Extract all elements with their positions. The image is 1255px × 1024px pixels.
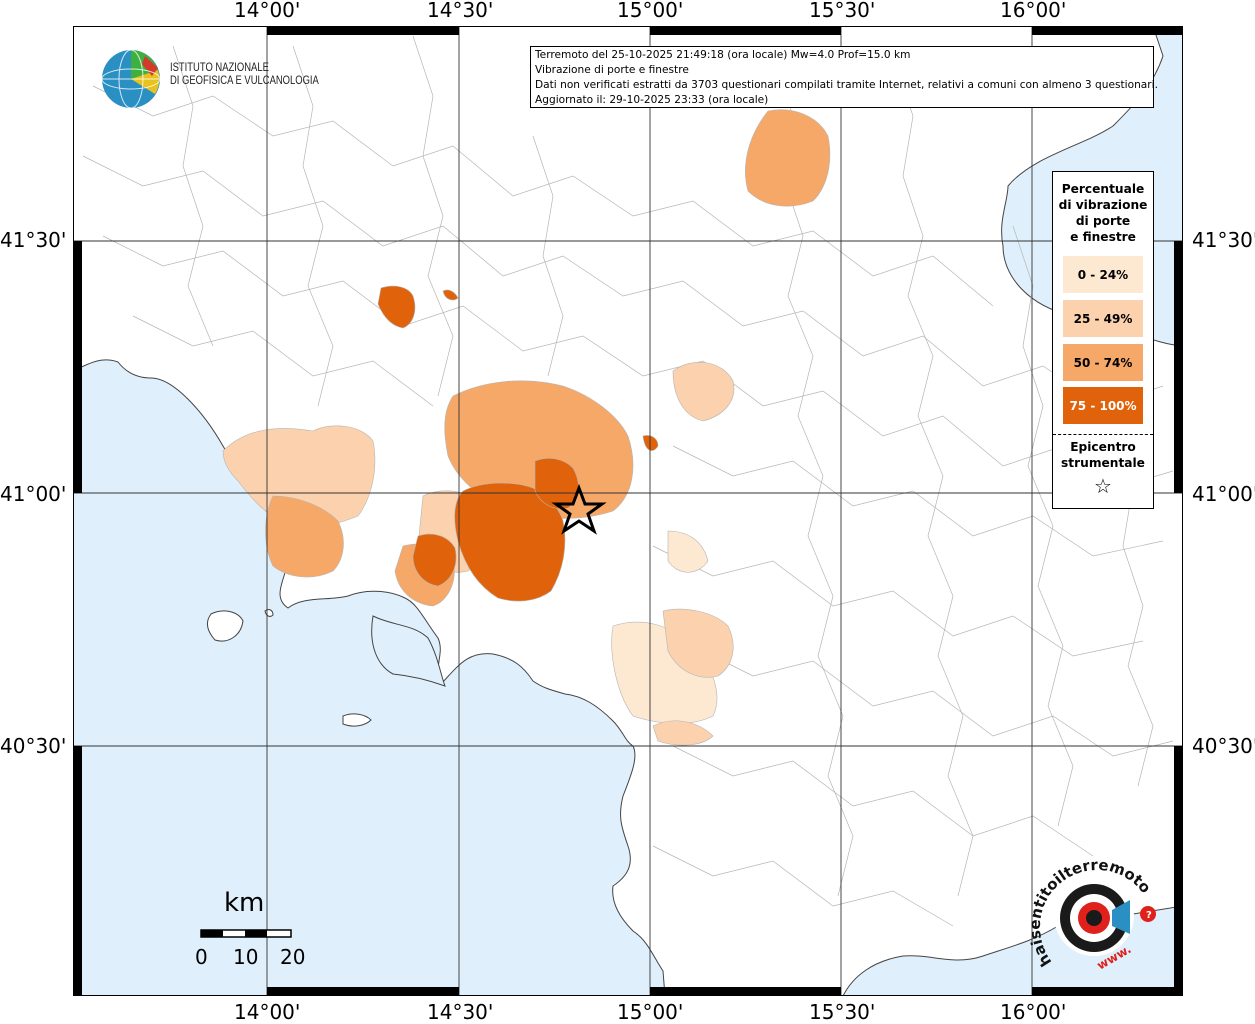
legend-title-line2: di vibrazione: [1058, 198, 1148, 212]
svg-text:?: ?: [1146, 910, 1152, 921]
ingv-name: ISTITUTO NAZIONALE DI GEOFISICA E VULCAN…: [170, 62, 319, 88]
legend-star-icon: ☆: [1094, 474, 1112, 498]
lon-label-bottom-2: 14°30': [427, 1000, 494, 1024]
lon-label-top-2: 14°30': [427, 0, 494, 22]
legend-epicenter-line2: strumentale: [1061, 456, 1145, 470]
lat-label-left-1: 41°30': [0, 228, 67, 252]
map-frame: [73, 26, 1183, 996]
lat-label-right-1: 41°30': [1192, 228, 1255, 252]
event-info-line4: Aggiornato il: 29-10-2025 23:33 (ora loc…: [535, 94, 769, 106]
legend-title-line3: di porte: [1075, 214, 1131, 228]
legend-epicenter-line1: Epicentro: [1070, 440, 1136, 454]
scale-tick-20: 20: [280, 945, 306, 969]
lon-label-bottom-3: 15°00': [617, 1000, 684, 1024]
ingv-name-line2: DI GEOFISICA E VULCANOLOGIA: [170, 75, 319, 87]
haisentito-logo[interactable]: ? haisentitoilterremoto.it www.: [1030, 852, 1170, 982]
scale-unit: km: [224, 888, 265, 918]
event-info-line1: Terremoto del 25-10-2025 21:49:18 (ora l…: [535, 49, 911, 61]
lat-label-left-2: 41°00': [0, 482, 67, 506]
lon-label-top-3: 15°00': [617, 0, 684, 22]
legend-class-25-49: 25 - 49%: [1063, 300, 1143, 337]
legend-title: Percentuale di vibrazione di porte e fin…: [1053, 181, 1153, 245]
scale-tick-10: 10: [233, 945, 259, 969]
event-info-line2: Vibrazione di porte e finestre: [535, 64, 689, 76]
legend-class-75-100: 75 - 100%: [1063, 387, 1143, 424]
legend-epicenter-title: Epicentro strumentale: [1053, 439, 1153, 471]
event-info-box: Terremoto del 25-10-2025 21:49:18 (ora l…: [530, 46, 1158, 108]
lon-label-bottom-5: 16°00': [1000, 1000, 1067, 1024]
lon-label-top-5: 16°00': [1000, 0, 1067, 22]
ingv-name-line1: ISTITUTO NAZIONALE: [170, 62, 269, 74]
legend-title-line1: Percentuale: [1061, 182, 1145, 196]
lon-label-bottom-1: 14°00': [234, 1000, 301, 1024]
lon-label-bottom-4: 15°30': [809, 1000, 876, 1024]
lat-label-right-3: 40°30': [1192, 734, 1255, 758]
event-info-line3: Dati non verificati estratti da 3703 que…: [535, 79, 1158, 91]
legend-separator: [1053, 434, 1153, 435]
legend-title-line4: e finestre: [1070, 230, 1136, 244]
lon-label-top-1: 14°00': [234, 0, 301, 22]
scale-tick-0: 0: [195, 945, 208, 969]
lon-label-top-4: 15°30': [809, 0, 876, 22]
legend-class-0-24: 0 - 24%: [1063, 256, 1143, 293]
legend: Percentuale di vibrazione di porte e fin…: [1052, 171, 1154, 509]
legend-class-50-74: 50 - 74%: [1063, 344, 1143, 381]
lat-label-left-3: 40°30': [0, 734, 67, 758]
lat-label-right-2: 41°00': [1192, 482, 1255, 506]
scale-bar: [200, 929, 292, 938]
